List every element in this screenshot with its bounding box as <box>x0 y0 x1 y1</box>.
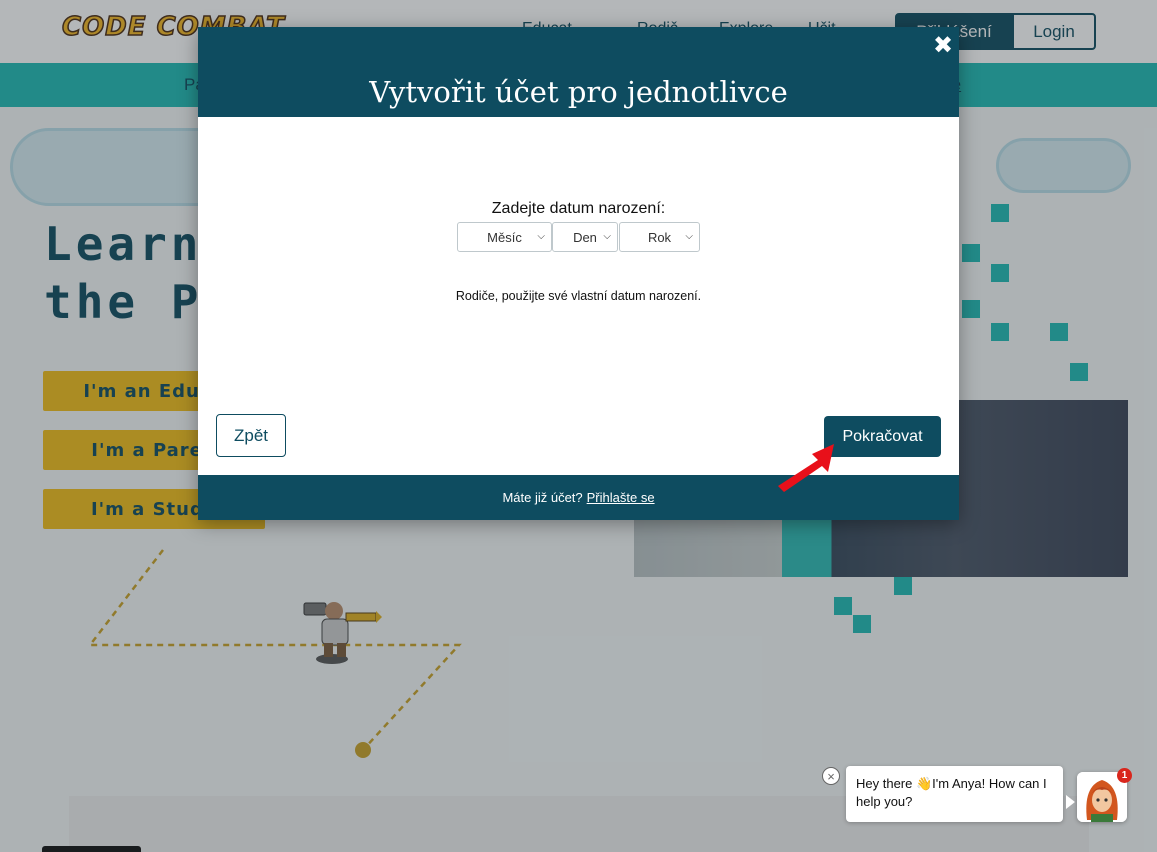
modal-title: Vytvořit účet pro jednotlivce <box>369 75 788 109</box>
parent-note: Rodiče, použijte své vlastní datum naroz… <box>455 289 702 303</box>
modal-footer: Máte již účet? Přihlašte se <box>198 475 959 520</box>
chevron-down-icon: ⌵ <box>537 231 545 242</box>
chat-close-icon[interactable]: × <box>822 767 840 785</box>
chat-bubble-tail <box>1066 795 1075 809</box>
birthdate-label: Zadejte datum narození: <box>491 200 666 217</box>
sign-in-link[interactable]: Přihlašte se <box>587 490 655 505</box>
chevron-down-icon: ⌵ <box>603 231 611 242</box>
modal-header: Vytvořit účet pro jednotlivce ✖ <box>198 27 959 117</box>
close-icon[interactable]: ✖ <box>933 31 953 60</box>
chevron-down-icon: ⌵ <box>685 231 693 242</box>
month-select[interactable]: Měsíc ⌵ <box>457 222 552 252</box>
chat-message-bubble[interactable]: Hey there 👋I'm Anya! How can I help you? <box>846 766 1063 822</box>
day-select[interactable]: Den ⌵ <box>552 222 618 252</box>
red-arrow-icon <box>778 444 834 492</box>
back-button[interactable]: Zpět <box>216 414 286 457</box>
footer-text: Máte již účet? <box>502 490 583 505</box>
create-account-modal: Vytvořit účet pro jednotlivce ✖ Zadejte … <box>198 27 959 520</box>
continue-button[interactable]: Pokračovat <box>824 416 941 457</box>
year-select[interactable]: Rok ⌵ <box>619 222 700 252</box>
notification-badge: 1 <box>1117 768 1132 783</box>
